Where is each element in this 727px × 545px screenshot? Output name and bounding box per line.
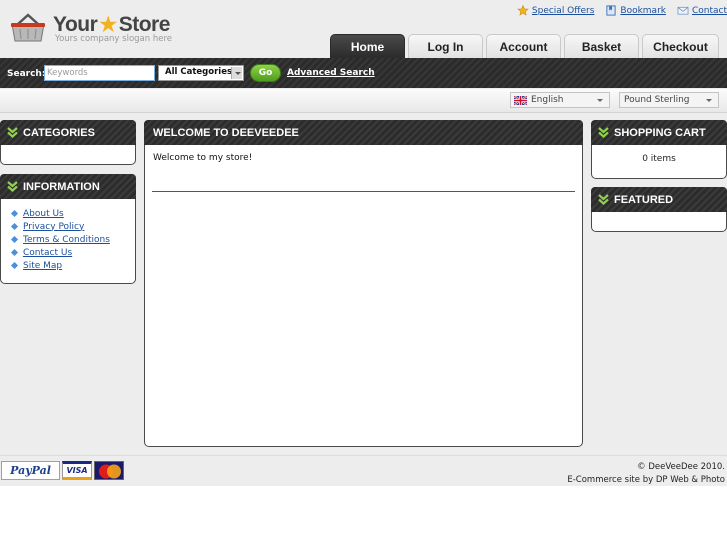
featured-header: FEATURED xyxy=(591,187,727,212)
mail-icon xyxy=(677,6,689,15)
advanced-search-link[interactable]: Advanced Search xyxy=(287,68,375,78)
currency-value: Pound Sterling xyxy=(624,95,690,105)
basket-icon xyxy=(11,13,45,42)
privacy-policy-link[interactable]: Privacy Policy xyxy=(23,222,84,232)
category-select[interactable]: All Categories xyxy=(158,65,244,81)
categories-header: CATEGORIES xyxy=(0,120,136,145)
information-title: INFORMATION xyxy=(23,180,100,193)
list-item: Terms & Conditions xyxy=(10,233,135,246)
bookmark-icon xyxy=(606,5,616,16)
star-icon: ★ xyxy=(99,14,117,36)
double-chevron-icon xyxy=(598,194,609,205)
visa-logo: VISA xyxy=(62,461,92,480)
information-body: About Us Privacy Policy Terms & Conditio… xyxy=(0,199,136,284)
logo-word-store: Store xyxy=(118,13,171,36)
welcome-text: Welcome to my store! xyxy=(153,153,253,163)
credit-text: E-Commerce site by DP Web & Photo xyxy=(567,475,725,485)
information-header: INFORMATION xyxy=(0,174,136,199)
chevron-down-icon xyxy=(706,99,712,102)
welcome-header: WELCOME TO DEEVEEDEE xyxy=(144,120,583,145)
search-label: Search: xyxy=(7,69,46,79)
list-item: About Us xyxy=(10,207,135,220)
paypal-logo: PayPal xyxy=(1,461,60,480)
bullet-icon xyxy=(10,235,19,244)
currency-select[interactable]: Pound Sterling xyxy=(619,92,719,108)
special-offers-link[interactable]: Special Offers xyxy=(517,5,595,16)
contact-us-link[interactable]: Contact Us xyxy=(23,248,72,258)
shopping-cart-box: SHOPPING CART 0 items xyxy=(591,120,727,179)
footer-copyright: © DeeVeeDee 2010. E-Commerce site by DP … xyxy=(567,461,725,487)
logo-word-your: Your xyxy=(53,13,98,36)
information-box: INFORMATION About Us Privacy Policy Term… xyxy=(0,174,136,284)
search-bar: Search: All Categories Go Advanced Searc… xyxy=(0,58,727,88)
cart-count: 0 items xyxy=(642,154,676,164)
about-us-link[interactable]: About Us xyxy=(23,209,64,219)
bookmark-label[interactable]: Bookmark xyxy=(620,6,666,16)
language-select[interactable]: English xyxy=(510,92,610,108)
copyright-text: © DeeVeeDee 2010. xyxy=(637,462,725,472)
contact-link[interactable]: Contact xyxy=(677,5,727,16)
featured-box: FEATURED xyxy=(591,187,727,232)
uk-flag-icon xyxy=(514,95,527,105)
double-chevron-icon xyxy=(7,181,18,192)
divider xyxy=(152,191,575,192)
site-map-link[interactable]: Site Map xyxy=(23,261,62,271)
top-links: Special Offers Bookmark Contact xyxy=(517,5,727,16)
language-value: English xyxy=(531,95,564,105)
main-tabs: Home Log In Account Basket Checkout xyxy=(330,34,719,58)
star-icon xyxy=(517,5,529,16)
list-item: Privacy Policy xyxy=(10,220,135,233)
mastercard-circles-icon xyxy=(95,462,123,479)
search-input[interactable] xyxy=(44,65,155,81)
visa-logo-text: VISA xyxy=(66,466,88,475)
double-chevron-icon xyxy=(598,127,609,138)
paypal-logo-text: PayPal xyxy=(10,464,51,477)
footer: PayPal VISA © DeeVeeDee 2010. E-Commerce… xyxy=(0,455,727,486)
welcome-title: WELCOME TO DEEVEEDEE xyxy=(153,126,299,139)
bullet-icon xyxy=(10,261,19,270)
welcome-box: WELCOME TO DEEVEEDEE Welcome to my store… xyxy=(144,120,583,447)
featured-body xyxy=(591,212,727,232)
mastercard-logo xyxy=(94,461,124,480)
special-offers-label[interactable]: Special Offers xyxy=(532,6,595,16)
contact-label[interactable]: Contact xyxy=(692,6,727,16)
logo-slogan: Yours company slogan here xyxy=(55,34,172,44)
shopping-cart-header: SHOPPING CART xyxy=(591,120,727,145)
categories-box: CATEGORIES xyxy=(0,120,136,165)
page: Your ★Store Yours company slogan here Spe… xyxy=(0,0,727,486)
category-select-value: All Categories xyxy=(165,67,233,77)
bookmark-link[interactable]: Bookmark xyxy=(605,5,666,16)
shopping-cart-body: 0 items xyxy=(591,145,727,179)
welcome-body: Welcome to my store! xyxy=(144,145,583,447)
double-chevron-icon xyxy=(7,127,18,138)
categories-body xyxy=(0,145,136,165)
store-logo[interactable]: Your ★Store Yours company slogan here xyxy=(10,10,180,50)
options-bar: English Pound Sterling xyxy=(0,89,727,113)
featured-title: FEATURED xyxy=(614,193,674,206)
information-links: About Us Privacy Policy Terms & Conditio… xyxy=(1,199,135,272)
tab-log-in[interactable]: Log In xyxy=(408,34,483,58)
shopping-cart-title: SHOPPING CART xyxy=(614,126,706,139)
payment-logos: PayPal VISA xyxy=(1,461,124,480)
list-item: Contact Us xyxy=(10,246,135,259)
tab-account[interactable]: Account xyxy=(486,34,561,58)
tab-checkout[interactable]: Checkout xyxy=(642,34,719,58)
bullet-icon xyxy=(10,209,19,218)
bullet-icon xyxy=(10,248,19,257)
chevron-down-icon xyxy=(231,67,242,79)
bullet-icon xyxy=(10,222,19,231)
tab-home[interactable]: Home xyxy=(330,34,405,58)
go-button[interactable]: Go xyxy=(250,64,281,82)
terms-conditions-link[interactable]: Terms & Conditions xyxy=(23,235,110,245)
list-item: Site Map xyxy=(10,259,135,272)
tab-basket[interactable]: Basket xyxy=(564,34,639,58)
categories-title: CATEGORIES xyxy=(23,126,95,139)
chevron-down-icon xyxy=(597,99,603,102)
